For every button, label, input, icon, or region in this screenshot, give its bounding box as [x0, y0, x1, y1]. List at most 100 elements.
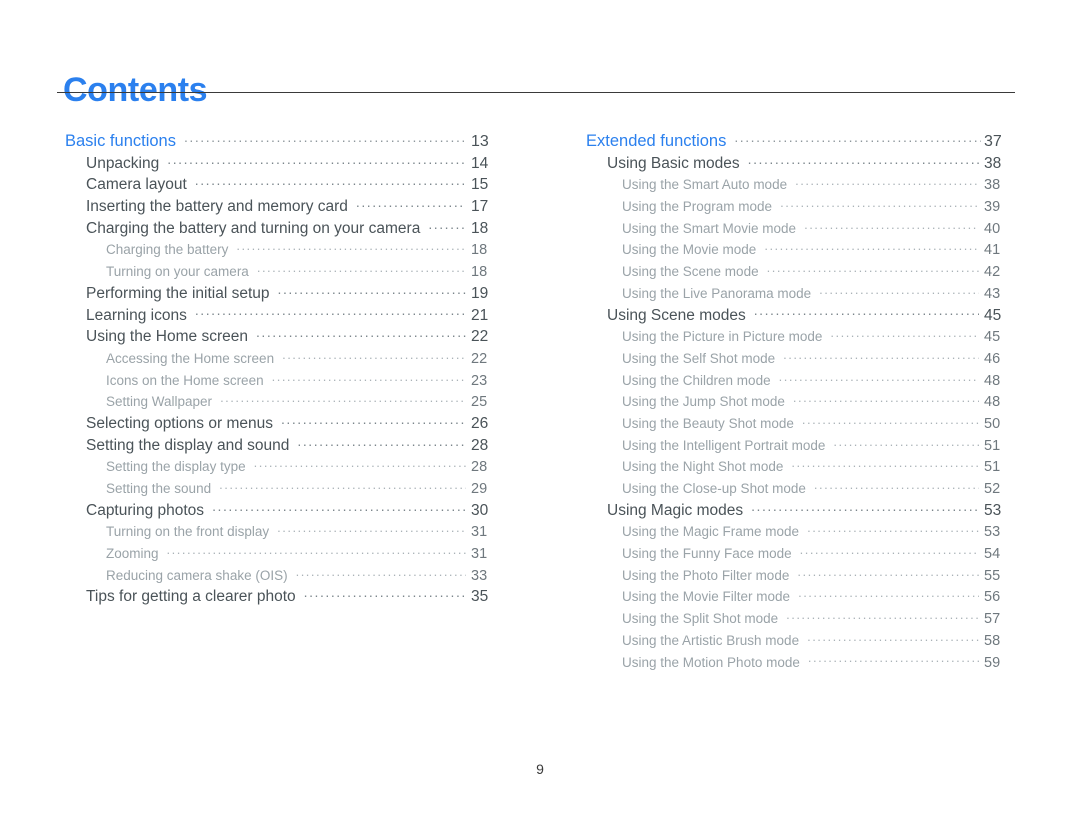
- toc-entry-label: Charging the battery and turning on your…: [86, 219, 421, 237]
- dot-leader: [793, 390, 979, 406]
- toc-entry-level3[interactable]: Using the Scene mode 42: [622, 260, 1016, 282]
- toc-entry-level3[interactable]: Turning on the front display 31: [106, 520, 505, 542]
- dot-leader: [257, 260, 466, 276]
- toc-entry-level1[interactable]: Extended functions 37: [586, 130, 1016, 152]
- toc-entry-level2[interactable]: Using the Home screen 22: [86, 325, 505, 347]
- dot-leader: [277, 520, 466, 536]
- toc-entry-page-number: 46: [984, 350, 1001, 367]
- toc-entry-level3[interactable]: Accessing the Home screen 22: [106, 347, 505, 369]
- toc-entry-level3[interactable]: Zooming 31: [106, 542, 505, 564]
- dot-leader: [795, 173, 979, 189]
- toc-entry-level3[interactable]: Using the Magic Frame mode 53: [622, 520, 1016, 542]
- dot-leader: [184, 130, 466, 146]
- dot-leader: [304, 585, 466, 601]
- toc-entry-page-number: 22: [471, 350, 488, 367]
- toc-entry-level3[interactable]: Using the Children mode 48: [622, 369, 1016, 391]
- toc-entry-level2[interactable]: Using Basic modes 38: [607, 152, 1016, 174]
- toc-entry-page-number: 45: [984, 306, 1002, 324]
- toc-entry-page-number: 45: [984, 329, 1001, 346]
- dot-leader: [791, 455, 979, 471]
- toc-entry-level3[interactable]: Reducing camera shake (OIS) 33: [106, 564, 505, 586]
- toc-entry-level2[interactable]: Camera layout 15: [86, 173, 505, 195]
- dot-leader: [830, 325, 979, 341]
- dot-leader: [297, 434, 466, 450]
- toc-entry-level2[interactable]: Performing the initial setup 19: [86, 282, 505, 304]
- toc-entry-level2[interactable]: Selecting options or menus 26: [86, 412, 505, 434]
- toc-entry-page-number: 21: [471, 306, 489, 324]
- toc-entry-label: Using the Night Shot mode: [622, 459, 784, 475]
- toc-entry-page-number: 18: [471, 242, 488, 259]
- toc-entry-label: Inserting the battery and memory card: [86, 198, 348, 216]
- toc-entry-level3[interactable]: Turning on your camera 18: [106, 260, 505, 282]
- dot-leader: [236, 238, 466, 254]
- dot-leader: [748, 152, 979, 168]
- dot-leader: [807, 629, 979, 645]
- toc-entry-level3[interactable]: Using the Program mode 39: [622, 195, 1016, 217]
- dot-leader: [219, 477, 466, 493]
- toc-entry-page-number: 54: [984, 546, 1001, 563]
- toc-entry-level3[interactable]: Using the Beauty Shot mode 50: [622, 412, 1016, 434]
- toc-entry-level3[interactable]: Using the Movie Filter mode 56: [622, 585, 1016, 607]
- toc-entry-level3[interactable]: Using the Artistic Brush mode 58: [622, 629, 1016, 651]
- toc-entry-label: Turning on your camera: [106, 264, 249, 280]
- toc-entry-page-number: 19: [471, 284, 489, 302]
- toc-entry-level3[interactable]: Setting Wallpaper 25: [106, 390, 505, 412]
- toc-entry-level3[interactable]: Using the Close-up Shot mode 52: [622, 477, 1016, 499]
- toc-entry-level3[interactable]: Using the Photo Filter mode 55: [622, 564, 1016, 586]
- dot-leader: [296, 564, 466, 580]
- toc-entry-level3[interactable]: Using the Live Panorama mode 43: [622, 282, 1016, 304]
- toc-entry-level2[interactable]: Capturing photos 30: [86, 499, 505, 521]
- toc-entry-page-number: 28: [471, 459, 488, 476]
- toc-entry-label: Accessing the Home screen: [106, 350, 275, 366]
- toc-entry-level3[interactable]: Using the Smart Movie mode 40: [622, 217, 1016, 239]
- toc-entry-level3[interactable]: Using the Picture in Picture mode 45: [622, 325, 1016, 347]
- toc-entry-page-number: 38: [984, 177, 1001, 194]
- toc-entry-level2[interactable]: Inserting the battery and memory card 17: [86, 195, 505, 217]
- toc-entry-level2[interactable]: Unpacking 14: [86, 152, 505, 174]
- toc-entry-page-number: 48: [984, 394, 1001, 411]
- page-title: Contents: [63, 70, 208, 109]
- toc-entry-page-number: 17: [471, 198, 489, 216]
- toc-entry-page-number: 51: [984, 459, 1001, 476]
- toc-entry-level2[interactable]: Using Magic modes 53: [607, 499, 1016, 521]
- dot-leader: [780, 195, 979, 211]
- toc-entry-level2[interactable]: Charging the battery and turning on your…: [86, 217, 505, 239]
- toc-entry-label: Setting the sound: [106, 481, 212, 496]
- toc-entry-level3[interactable]: Icons on the Home screen 23: [106, 369, 505, 391]
- dot-leader: [808, 651, 979, 667]
- dot-leader: [167, 152, 466, 168]
- toc-entry-level3[interactable]: Using the Self Shot mode 46: [622, 347, 1016, 369]
- toc-entry-level3[interactable]: Using the Movie mode 41: [622, 238, 1016, 260]
- toc-entry-level3[interactable]: Using the Night Shot mode 51: [622, 455, 1016, 477]
- toc-entry-level2[interactable]: Setting the display and sound 28: [86, 434, 505, 456]
- toc-entry-level2[interactable]: Using Scene modes 45: [607, 304, 1016, 326]
- toc-entry-page-number: 53: [984, 524, 1001, 541]
- toc-entry-level1[interactable]: Basic functions 13: [65, 130, 505, 152]
- toc-entry-level3[interactable]: Using the Motion Photo mode 59: [622, 651, 1016, 673]
- toc-entry-level3[interactable]: Charging the battery 18: [106, 238, 505, 260]
- dot-leader: [428, 217, 466, 233]
- toc-entry-page-number: 35: [471, 588, 489, 606]
- toc-entry-label: Using the Smart Auto mode: [622, 177, 788, 193]
- toc-entry-level3[interactable]: Setting the display type 28: [106, 455, 505, 477]
- toc-entry-level2[interactable]: Tips for getting a clearer photo 35: [86, 585, 505, 607]
- toc-entry-label: Using the Program mode: [622, 199, 773, 215]
- dot-leader: [798, 585, 979, 601]
- dot-leader: [807, 520, 979, 536]
- toc-entry-page-number: 38: [984, 154, 1002, 172]
- toc-entry-level3[interactable]: Using the Intelligent Portrait mode 51: [622, 434, 1016, 456]
- toc-entry-level2[interactable]: Learning icons 21: [86, 304, 505, 326]
- toc-entry-label: Using the Picture in Picture mode: [622, 329, 823, 345]
- toc-entry-label: Icons on the Home screen: [106, 372, 264, 388]
- toc-entry-label: Using the Intelligent Portrait mode: [622, 437, 826, 453]
- toc-entry-level3[interactable]: Using the Jump Shot mode 48: [622, 390, 1016, 412]
- toc-entry-level3[interactable]: Using the Split Shot mode 57: [622, 607, 1016, 629]
- toc-entry-label: Using the Motion Photo mode: [622, 654, 800, 670]
- toc-entry-page-number: 52: [984, 481, 1001, 497]
- toc-entry-page-number: 33: [471, 567, 488, 584]
- toc-entry-label: Using the Photo Filter mode: [622, 567, 790, 583]
- toc-entry-page-number: 30: [471, 501, 489, 519]
- toc-entry-level3[interactable]: Setting the sound 29: [106, 477, 505, 499]
- toc-entry-level3[interactable]: Using the Funny Face mode 54: [622, 542, 1016, 564]
- toc-entry-level3[interactable]: Using the Smart Auto mode 38: [622, 173, 1016, 195]
